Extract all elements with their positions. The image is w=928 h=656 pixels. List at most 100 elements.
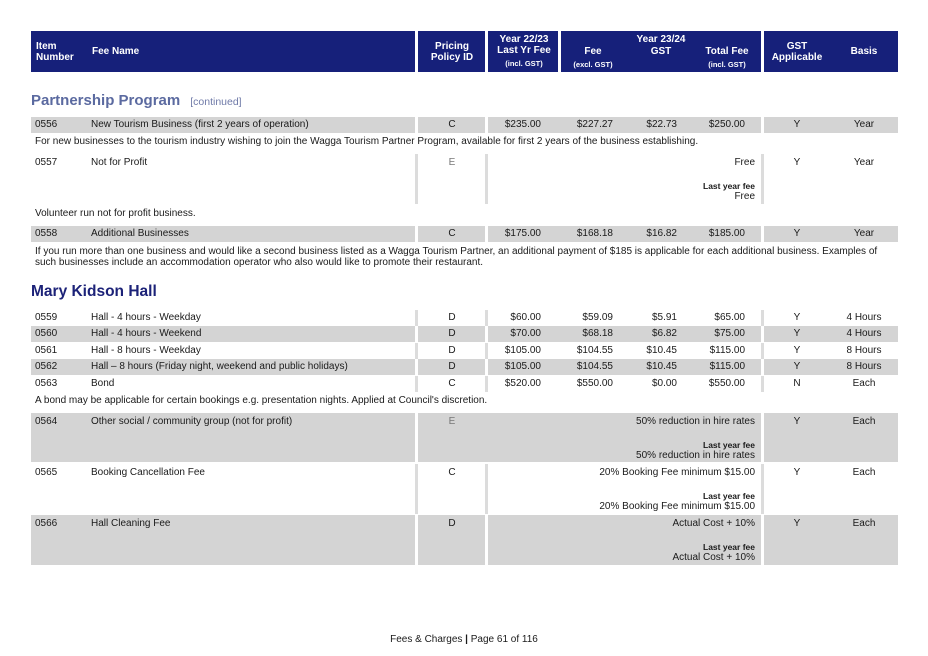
total-fee: $250.00 — [708, 119, 745, 130]
column-divider — [485, 226, 488, 242]
basis: Year — [853, 228, 875, 239]
total-fee: $185.00 — [708, 228, 745, 239]
total-fee: $75.00 — [714, 328, 745, 339]
last-year-fee: $70.00 — [510, 328, 541, 339]
basis: Each — [852, 467, 876, 478]
fee-value: Actual Cost + 10% — [672, 518, 755, 529]
table-row: 0559 Hall - 4 hours - Weekday D $60.00 $… — [31, 310, 898, 326]
column-divider — [415, 154, 418, 204]
table-row: 0562 Hall – 8 hours (Friday night, weeke… — [31, 359, 898, 375]
table-header: Item Number Fee Name Pricing Policy ID Y… — [31, 31, 898, 72]
gst-applicable: Y — [793, 345, 801, 356]
item-number: 0559 — [35, 312, 58, 323]
item-number: 0563 — [35, 378, 58, 389]
total-fee: $115.00 — [709, 361, 745, 372]
gst-applicable: Y — [793, 312, 801, 323]
page-number: Page 61 of 116 — [470, 634, 538, 645]
footer-divider: | — [465, 634, 468, 645]
pricing-policy: C — [448, 378, 456, 389]
total-fee: $65.00 — [714, 312, 745, 323]
pricing-policy: D — [448, 518, 456, 529]
last-year-fee-label: Last year fee — [703, 542, 755, 552]
gst-amount: $16.82 — [646, 228, 677, 239]
fee-name: Hall - 4 hours - Weekend — [91, 328, 202, 339]
gst-amount: $10.45 — [646, 361, 677, 372]
last-year-fee-value: 50% reduction in hire rates — [636, 450, 755, 461]
table-row: 0557 Not for Profit E Free Last year fee… — [31, 154, 898, 204]
column-divider — [415, 464, 418, 514]
fee-excl-gst: $104.55 — [576, 361, 613, 372]
column-divider — [485, 464, 488, 514]
column-divider — [415, 117, 418, 133]
pricing-policy: D — [448, 312, 456, 323]
header-gst-applicable: GST Applicable — [771, 41, 823, 63]
basis: Year — [853, 119, 875, 130]
last-year-fee-value: Actual Cost + 10% — [672, 552, 755, 563]
gst-amount: $0.00 — [651, 378, 677, 389]
item-number: 0566 — [35, 518, 58, 529]
header-year-prev: Year 22/23 Last Yr Fee (incl. GST) — [497, 34, 551, 68]
column-divider — [485, 359, 488, 375]
pricing-policy: E — [448, 416, 456, 427]
gst-amount: $5.91 — [651, 312, 677, 323]
item-number: 0556 — [35, 119, 58, 130]
table-row: 0560 Hall - 4 hours - Weekend D $70.00 $… — [31, 326, 898, 342]
last-year-fee-label: Last year fee — [703, 491, 755, 501]
header-divider — [485, 31, 488, 72]
column-divider — [415, 326, 418, 342]
fee-excl-gst: $59.09 — [582, 312, 613, 323]
gst-applicable: Y — [793, 361, 801, 372]
gst-applicable: Y — [793, 467, 801, 478]
fee-value: Free — [734, 157, 755, 168]
footer-title: Fees & Charges — [390, 634, 463, 645]
last-year-fee-value: 20% Booking Fee minimum $15.00 — [599, 501, 755, 512]
pricing-policy: D — [448, 328, 456, 339]
basis: 4 Hours — [846, 328, 882, 339]
last-year-fee: $520.00 — [504, 378, 541, 389]
gst-amount: $10.45 — [646, 345, 677, 356]
fee-excl-gst: $104.55 — [576, 345, 613, 356]
column-divider — [415, 359, 418, 375]
gst-applicable: Y — [793, 518, 801, 529]
gst-applicable: Y — [793, 328, 801, 339]
basis: 4 Hours — [846, 312, 882, 323]
gst-amount: $22.73 — [646, 119, 677, 130]
table-row: 0561 Hall - 8 hours - Weekday D $105.00 … — [31, 343, 898, 359]
basis: Each — [852, 518, 876, 529]
page-footer: Fees & Charges | Page 61 of 116 — [0, 634, 928, 645]
header-fee-name: Fee Name — [92, 46, 140, 57]
fee-description: Volunteer run not for profit business. — [35, 208, 196, 219]
table-row: 0565 Booking Cancellation Fee C 20% Book… — [31, 464, 898, 514]
column-divider — [485, 515, 488, 565]
gst-applicable: N — [793, 378, 801, 389]
gst-applicable: Y — [793, 416, 801, 427]
table-row: 0564 Other social / community group (not… — [31, 413, 898, 462]
fee-name: Bond — [91, 378, 115, 389]
basis: Each — [852, 416, 876, 427]
header-basis: Basis — [850, 46, 878, 57]
header-item-number: Item Number — [36, 41, 74, 63]
gst-applicable: Y — [793, 157, 801, 168]
last-year-fee-label: Last year fee — [703, 181, 755, 191]
fee-name: Hall Cleaning Fee — [91, 518, 171, 529]
pricing-policy: E — [448, 157, 456, 168]
column-divider — [485, 326, 488, 342]
basis: 8 Hours — [846, 361, 882, 372]
pricing-policy: D — [448, 345, 456, 356]
fee-description-line: such businesses include an accommodation… — [35, 257, 484, 268]
basis: Each — [852, 378, 876, 389]
pricing-policy: C — [448, 119, 456, 130]
header-gst: GST — [650, 46, 672, 57]
pricing-policy: C — [448, 228, 456, 239]
basis: 8 Hours — [846, 345, 882, 356]
fee-name: Other social / community group (not for … — [91, 416, 293, 427]
fee-name: Not for Profit — [91, 157, 148, 168]
total-fee: $115.00 — [709, 345, 745, 356]
item-number: 0565 — [35, 467, 58, 478]
last-year-fee: $105.00 — [504, 361, 541, 372]
fee-name: Booking Cancellation Fee — [91, 467, 205, 478]
section-title-hall: Mary Kidson Hall — [31, 283, 157, 300]
column-divider — [415, 226, 418, 242]
table-row: 0563 Bond C $520.00 $550.00 $0.00 $550.0… — [31, 376, 898, 392]
fee-description-line: If you run more than one business and wo… — [35, 246, 878, 257]
